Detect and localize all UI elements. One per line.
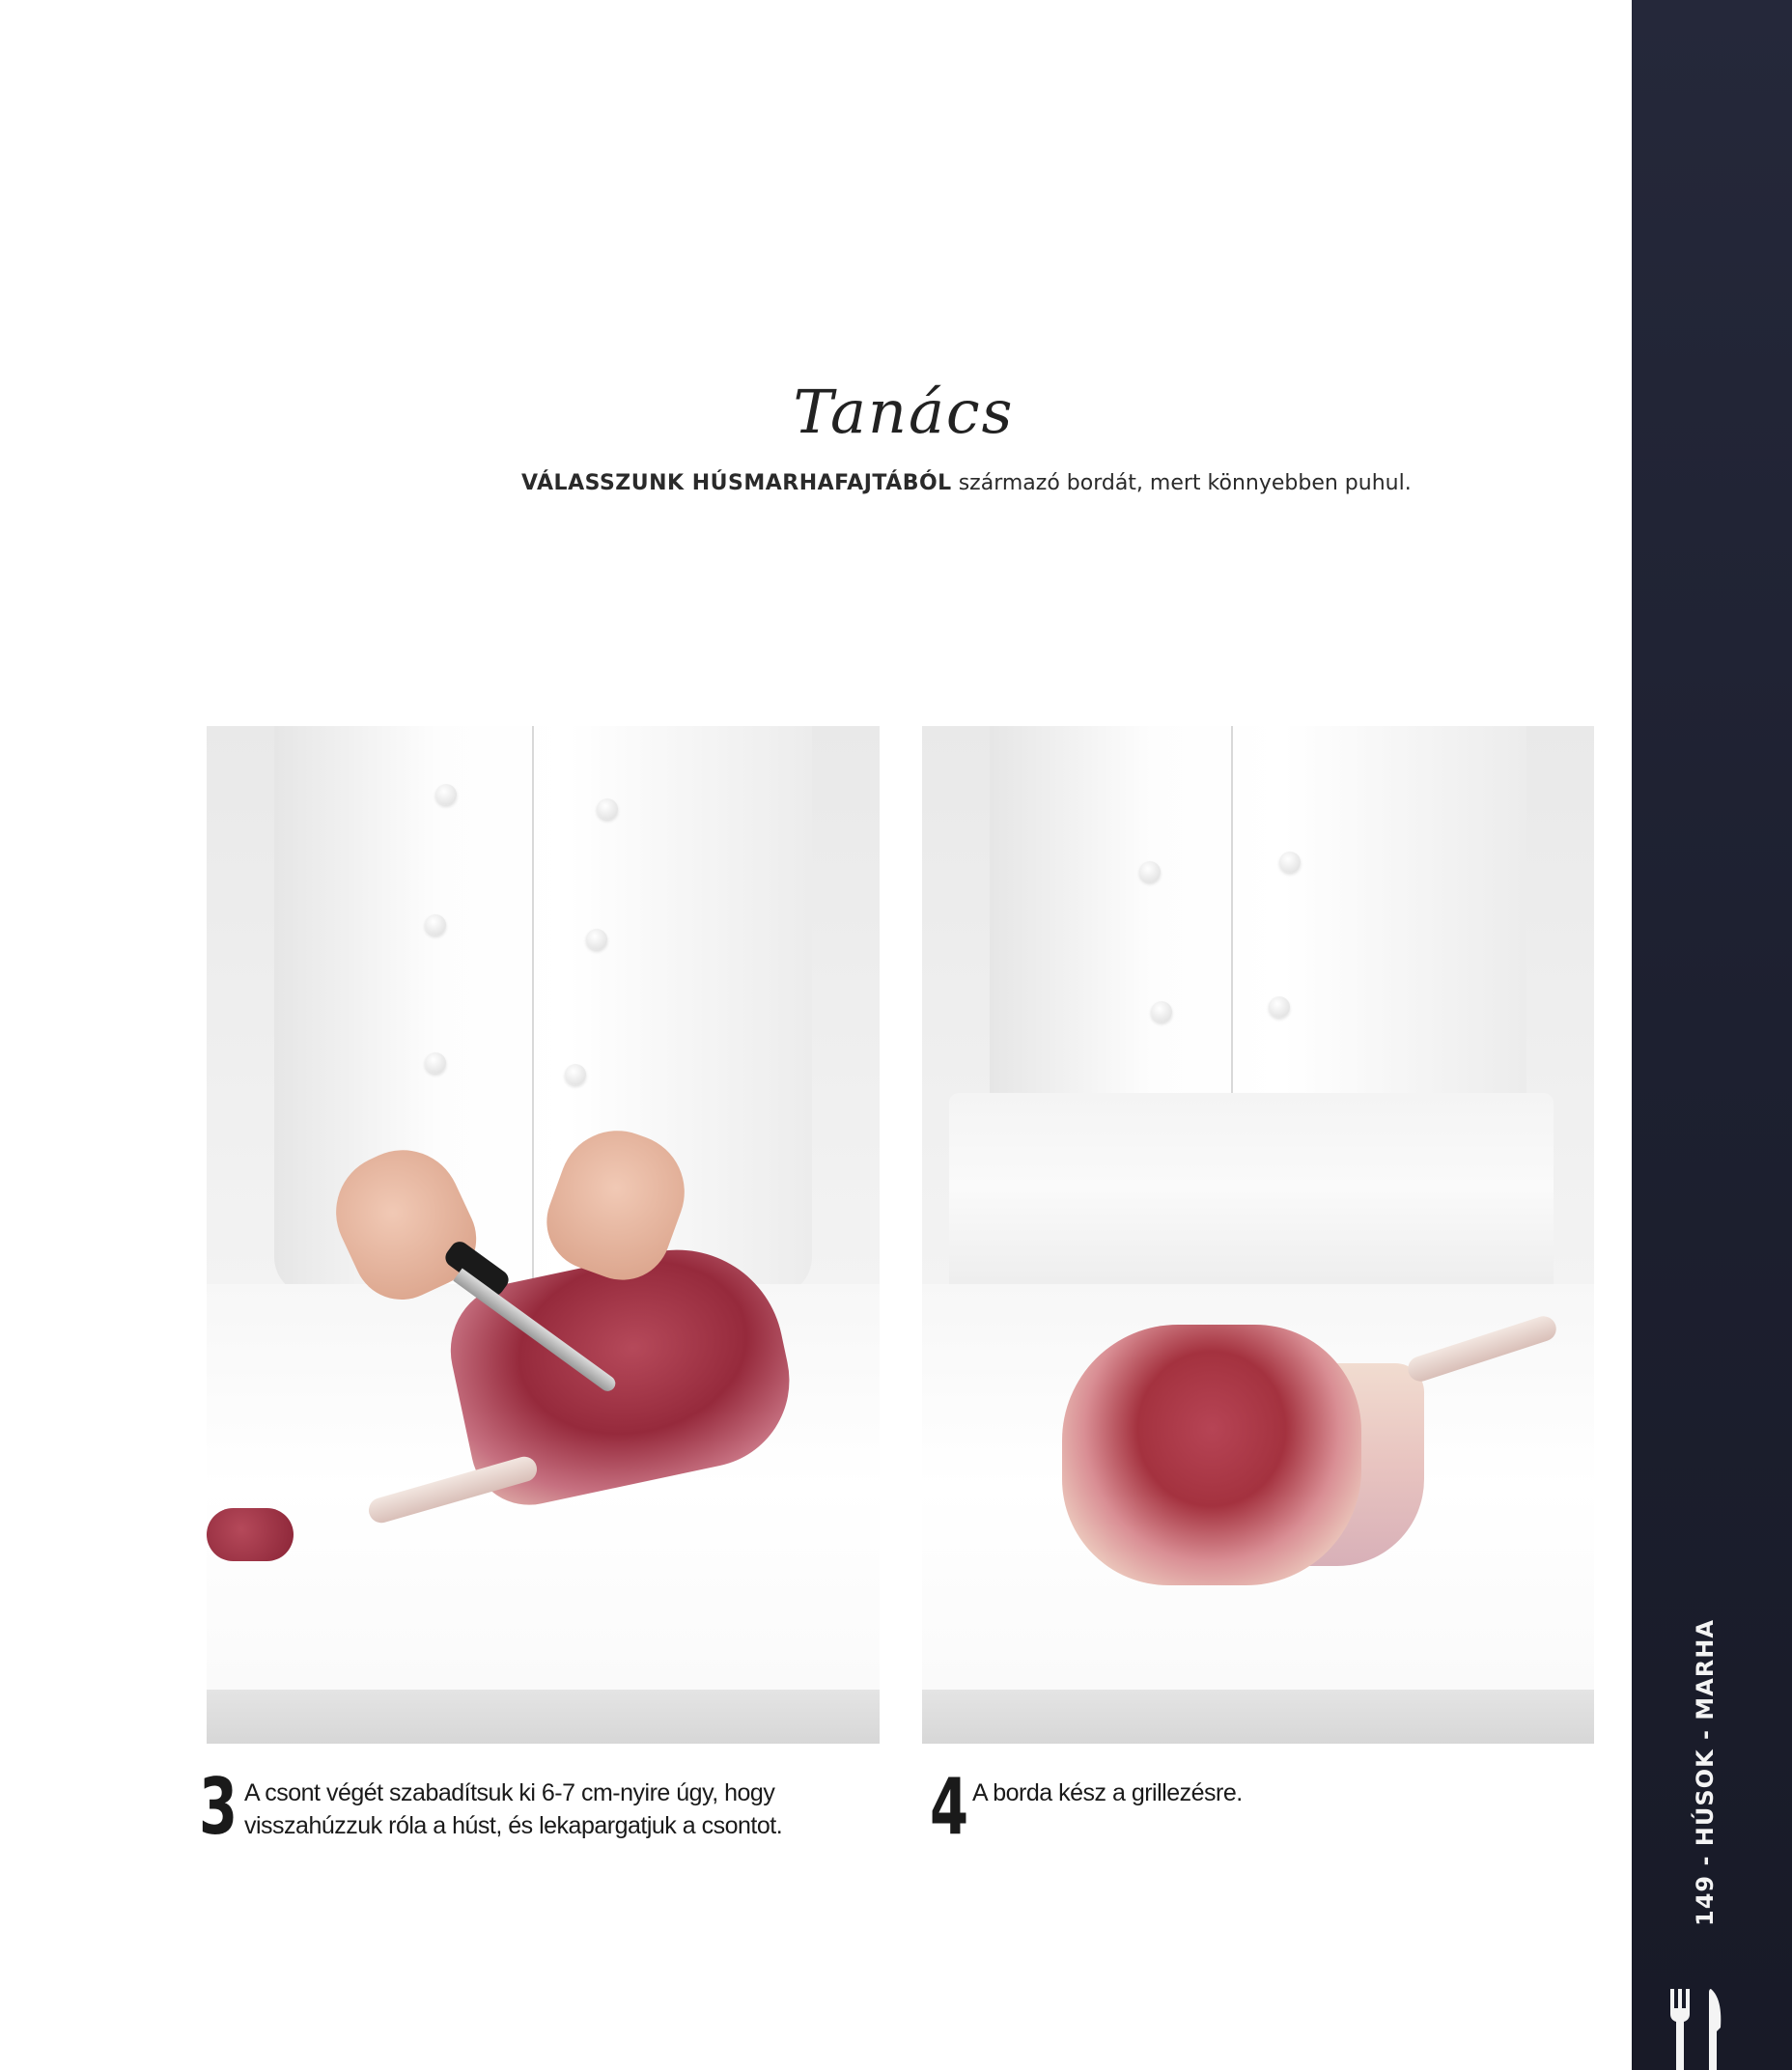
tip-heading: Tanács bbox=[793, 377, 1015, 447]
photo-step-4 bbox=[922, 726, 1594, 1744]
page: Tanács VÁLASSZUNK HÚSMARHAFAJTÁBÓL szárm… bbox=[0, 0, 1632, 2070]
section-label: 149 - HÚSOK - MARHA bbox=[1692, 1619, 1719, 1926]
tip-lead: VÁLASSZUNK HÚSMARHAFAJTÁBÓL bbox=[521, 471, 952, 495]
apron bbox=[948, 1093, 1554, 1305]
step-caption: A borda kész a grillezésre. bbox=[972, 1779, 1243, 1806]
step-number: 4 bbox=[930, 1762, 969, 1852]
tip-text: VÁLASSZUNK HÚSMARHAFAJTÁBÓL származó bor… bbox=[521, 471, 1412, 495]
tip-body: származó bordát, mert könnyebben puhul. bbox=[958, 471, 1412, 495]
meat-scrap bbox=[207, 1508, 294, 1561]
photo-step-3 bbox=[207, 726, 880, 1744]
step-caption: A csont végét szabadítsuk ki 6-7 cm-nyir… bbox=[244, 1779, 783, 1839]
step-number: 3 bbox=[199, 1762, 238, 1852]
rib-steak bbox=[1062, 1325, 1361, 1585]
cutlery-icon bbox=[1670, 1989, 1722, 2070]
